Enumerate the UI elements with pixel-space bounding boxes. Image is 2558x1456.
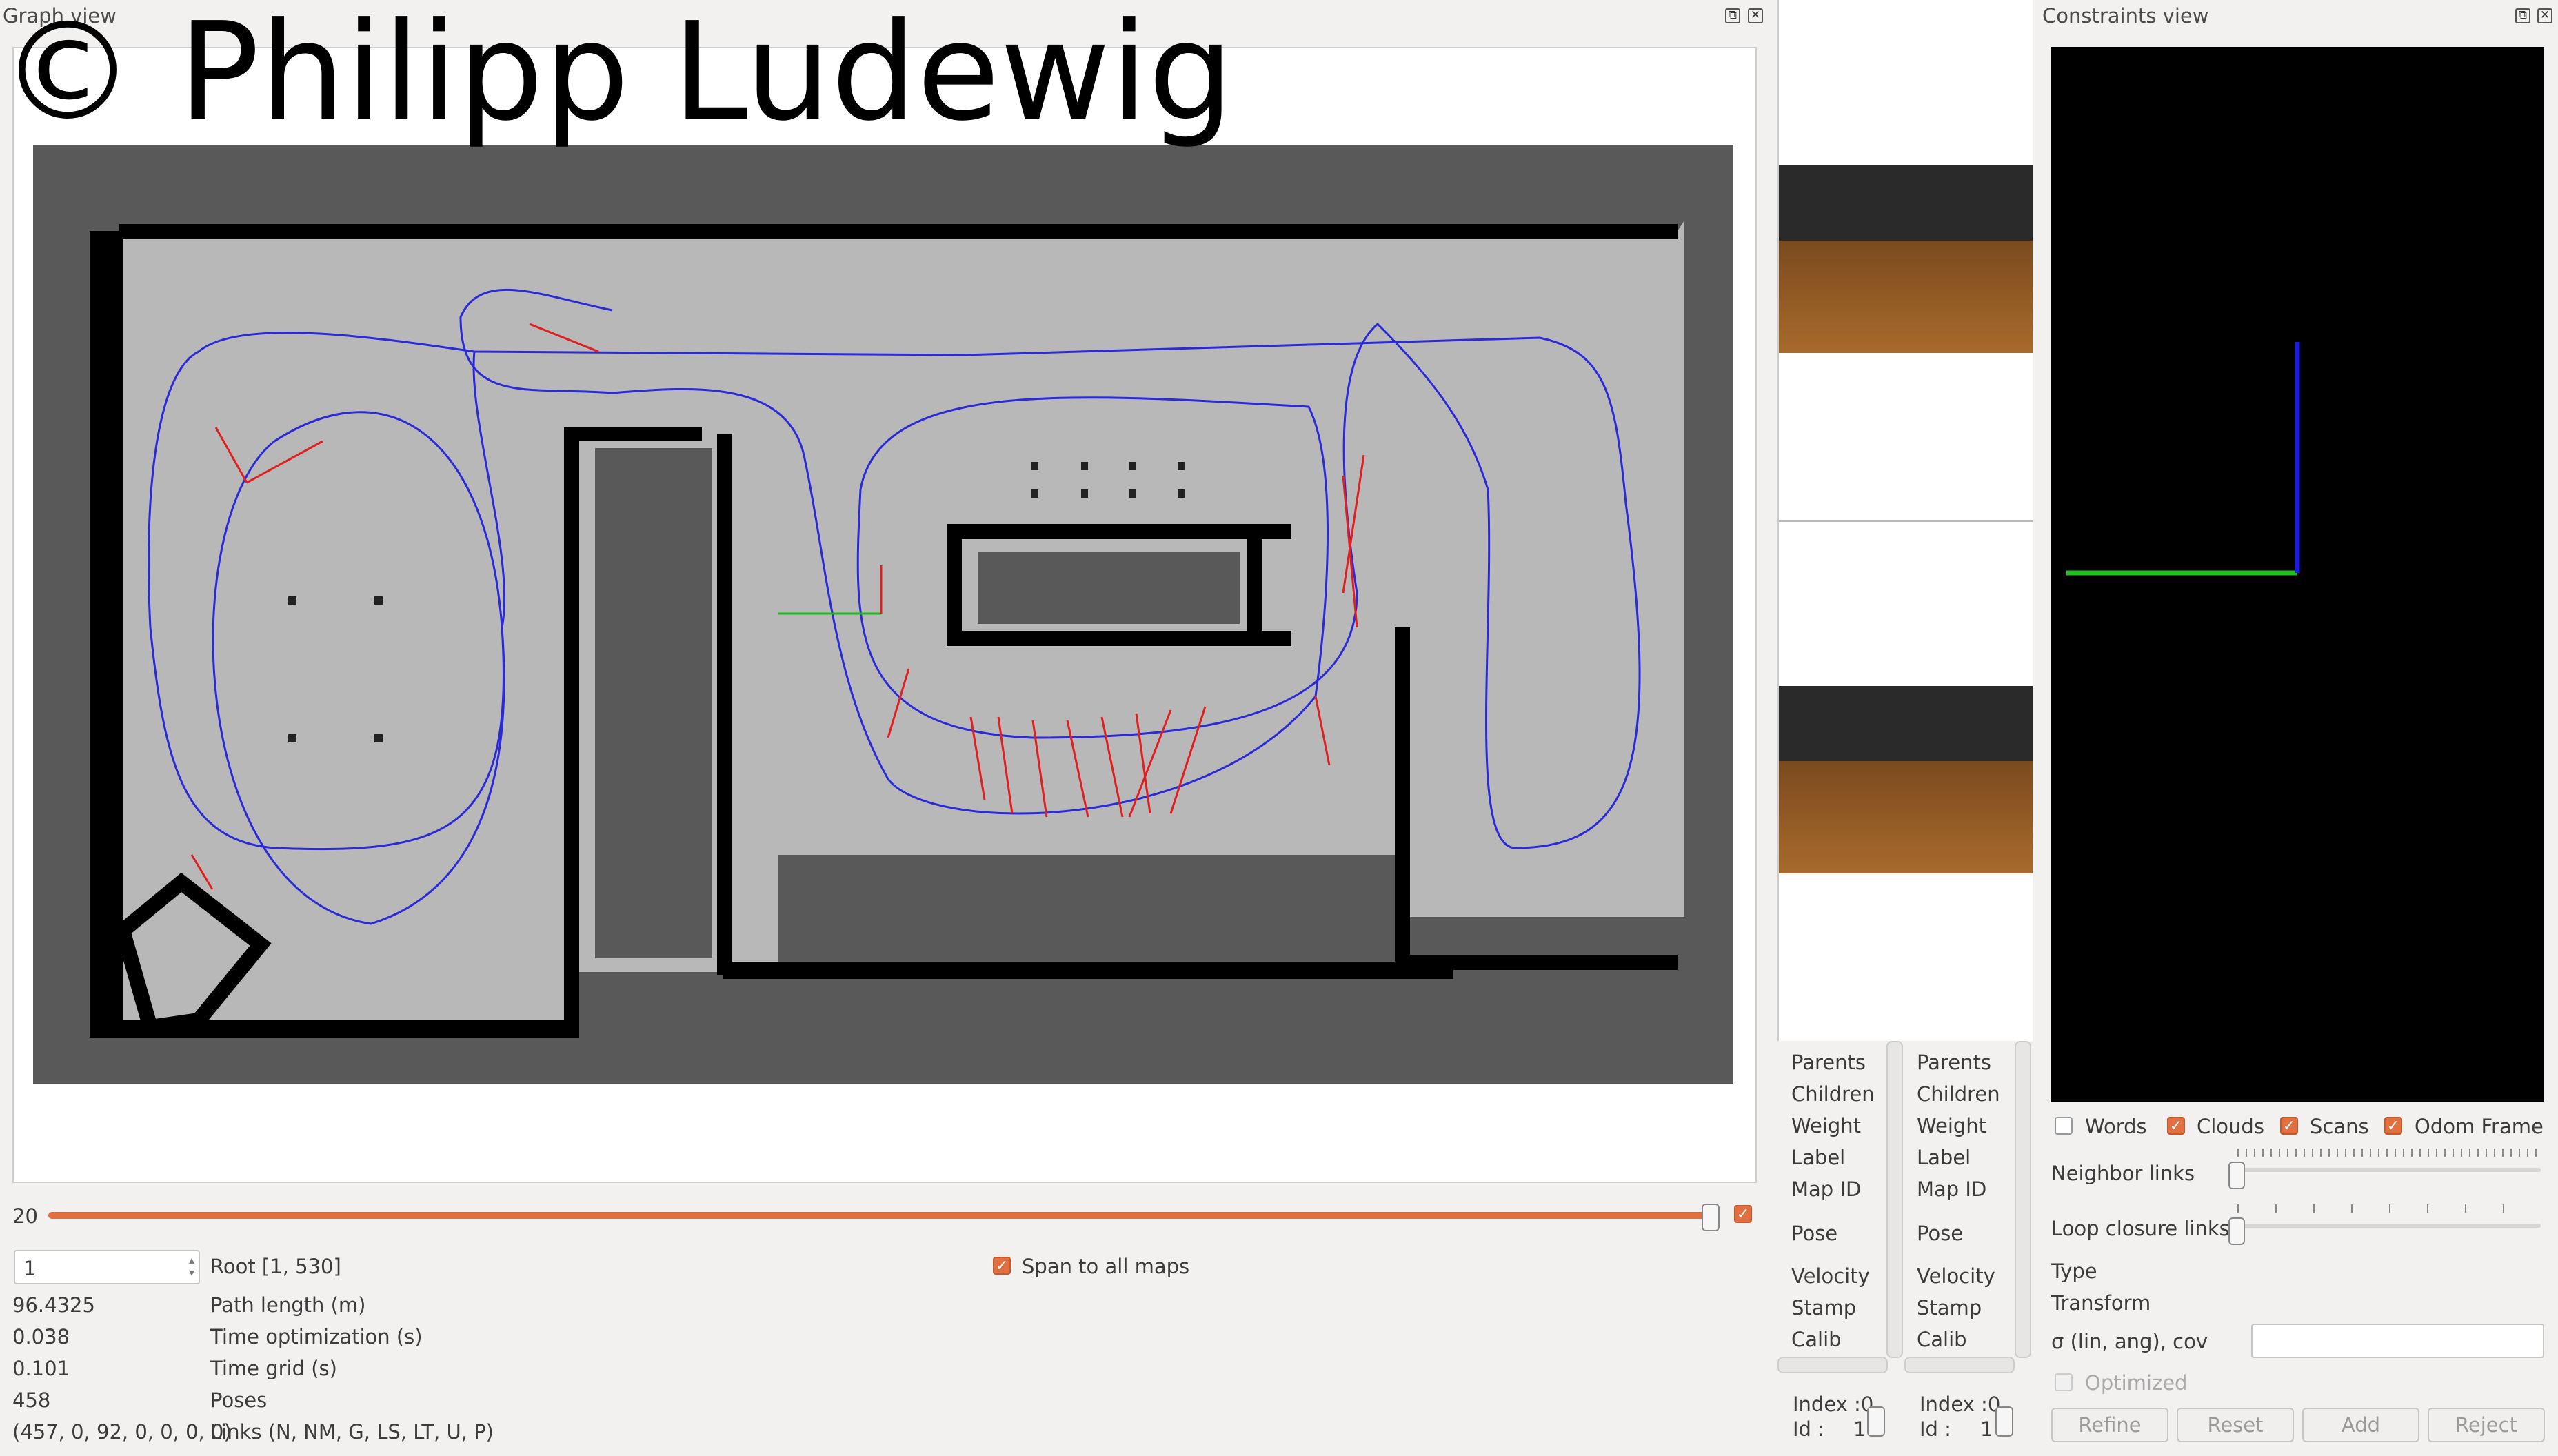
horizontal-scrollbar[interactable] bbox=[1777, 1357, 1888, 1373]
refine-button[interactable]: Refine bbox=[2051, 1408, 2168, 1442]
neighbor-links-ticks bbox=[2237, 1149, 2541, 1157]
loop-closure-ticks bbox=[2237, 1204, 2541, 1213]
stat-path-length-label: Path length (m) bbox=[210, 1293, 366, 1317]
panel-divider bbox=[1779, 520, 2033, 522]
float-icon[interactable]: ⧉ bbox=[1725, 8, 1740, 23]
info-field: Velocity bbox=[1917, 1264, 1995, 1288]
info-field: Velocity bbox=[1791, 1264, 1870, 1288]
words-checkbox[interactable] bbox=[2055, 1117, 2073, 1135]
reject-button[interactable]: Reject bbox=[2428, 1408, 2545, 1442]
stat-time-grid-value: 0.101 bbox=[12, 1357, 70, 1380]
info-field: Label bbox=[1791, 1146, 1846, 1169]
graph-canvas[interactable] bbox=[12, 47, 1757, 1183]
neighbor-links-slider[interactable] bbox=[2237, 1168, 2541, 1172]
info-field: Calib bbox=[1917, 1328, 1967, 1351]
node-image-a bbox=[1779, 165, 2033, 353]
spinbox-value: 1 bbox=[23, 1257, 37, 1280]
clouds-checkbox[interactable] bbox=[2167, 1117, 2185, 1135]
info-field: Weight bbox=[1917, 1114, 1987, 1138]
id-label-a: Id : bbox=[1793, 1417, 1824, 1441]
loop-closure-links-label: Loop closure links bbox=[2051, 1217, 2230, 1240]
graph-slider-value: 20 bbox=[12, 1204, 38, 1228]
slider-checkbox[interactable] bbox=[1734, 1205, 1752, 1223]
vertical-scrollbar[interactable] bbox=[1886, 1041, 1903, 1358]
reset-button[interactable]: Reset bbox=[2177, 1408, 2294, 1442]
info-field: Stamp bbox=[1791, 1296, 1857, 1320]
spin-arrows-icon[interactable]: ▴ ▾ bbox=[189, 1254, 194, 1279]
node-image-panel bbox=[1777, 0, 2033, 1041]
stat-poses-value: 458 bbox=[12, 1388, 51, 1412]
type-label: Type bbox=[2051, 1260, 2097, 1283]
stat-links-value: (457, 0, 92, 0, 0, 0, 0) bbox=[12, 1420, 232, 1444]
odom-frame-axes bbox=[2066, 342, 2300, 576]
node-info-a: Parents Children Weight Label Map ID Pos… bbox=[1777, 1041, 1903, 1373]
info-field: Label bbox=[1917, 1146, 1971, 1169]
close-icon[interactable]: ✕ bbox=[1748, 8, 1763, 23]
graph-slider[interactable] bbox=[48, 1212, 1717, 1219]
words-label: Words bbox=[2085, 1115, 2147, 1138]
horizontal-scrollbar[interactable] bbox=[1904, 1357, 2015, 1373]
node-slider-a[interactable] bbox=[1867, 1406, 1885, 1437]
constraints-3d-view[interactable] bbox=[2051, 47, 2544, 1102]
info-field: Children bbox=[1917, 1082, 2000, 1106]
id-value-a: 1 bbox=[1853, 1417, 1866, 1441]
info-field: Calib bbox=[1791, 1328, 1842, 1351]
info-field: Stamp bbox=[1917, 1296, 1982, 1320]
scans-checkbox[interactable] bbox=[2280, 1117, 2298, 1135]
node-slider-b[interactable] bbox=[1995, 1406, 2013, 1437]
id-value-b: 1 bbox=[1980, 1417, 1993, 1441]
loop-closure-handle[interactable] bbox=[2228, 1217, 2245, 1245]
add-button[interactable]: Add bbox=[2302, 1408, 2419, 1442]
stat-time-grid-label: Time grid (s) bbox=[210, 1357, 337, 1380]
float-icon[interactable]: ⧉ bbox=[2515, 8, 2530, 23]
stat-path-length-value: 96.4325 bbox=[12, 1293, 95, 1317]
stat-time-opt-label: Time optimization (s) bbox=[210, 1325, 423, 1348]
span-all-maps-checkbox[interactable] bbox=[993, 1257, 1011, 1275]
index-label-b: Index :0 bbox=[1920, 1393, 2001, 1416]
info-field: Parents bbox=[1917, 1051, 1991, 1074]
index-label-a: Index :0 bbox=[1793, 1393, 1874, 1416]
odom-frame-checkbox[interactable] bbox=[2384, 1117, 2402, 1135]
info-field: Children bbox=[1791, 1082, 1875, 1106]
vertical-scrollbar[interactable] bbox=[2015, 1041, 2031, 1358]
neighbor-links-handle[interactable] bbox=[2228, 1162, 2245, 1189]
span-all-maps-label: Span to all maps bbox=[1022, 1255, 1190, 1278]
graph-slider-handle[interactable] bbox=[1702, 1204, 1720, 1231]
clouds-label: Clouds bbox=[2197, 1115, 2264, 1138]
info-field: Map ID bbox=[1917, 1177, 1987, 1201]
map-id-spinbox[interactable]: 1 ▴ ▾ bbox=[14, 1250, 200, 1284]
stat-poses-label: Poses bbox=[210, 1388, 268, 1412]
neighbor-links-label: Neighbor links bbox=[2051, 1162, 2195, 1185]
watermark: © Philipp Ludewig bbox=[0, 0, 1234, 151]
constraints-view-title: Constraints view bbox=[2042, 4, 2209, 28]
node-image-b bbox=[1779, 686, 2033, 873]
loop-closure-slider[interactable] bbox=[2237, 1224, 2541, 1228]
optimized-label: Optimized bbox=[2085, 1371, 2188, 1395]
info-field: Pose bbox=[1791, 1222, 1838, 1245]
close-icon[interactable]: ✕ bbox=[2537, 8, 2552, 23]
stat-links-label: Links (N, NM, G, LS, LT, U, P) bbox=[210, 1420, 494, 1444]
optimized-checkbox[interactable] bbox=[2055, 1373, 2073, 1391]
info-field: Pose bbox=[1917, 1222, 1964, 1245]
odom-frame-label: Odom Frame bbox=[2415, 1115, 2544, 1138]
info-field: Weight bbox=[1791, 1114, 1862, 1138]
node-info-b: Parents Children Weight Label Map ID Pos… bbox=[1904, 1041, 2031, 1373]
root-label: Root [1, 530] bbox=[210, 1255, 341, 1278]
id-label-b: Id : bbox=[1920, 1417, 1951, 1441]
sigma-field[interactable] bbox=[2251, 1324, 2544, 1358]
info-field: Map ID bbox=[1791, 1177, 1862, 1201]
sigma-label: σ (lin, ang), cov bbox=[2051, 1330, 2208, 1353]
stat-time-opt-value: 0.038 bbox=[12, 1325, 70, 1348]
info-field: Parents bbox=[1791, 1051, 1866, 1074]
transform-label: Transform bbox=[2051, 1291, 2151, 1315]
scans-label: Scans bbox=[2310, 1115, 2369, 1138]
occupancy-map bbox=[33, 145, 1733, 1084]
